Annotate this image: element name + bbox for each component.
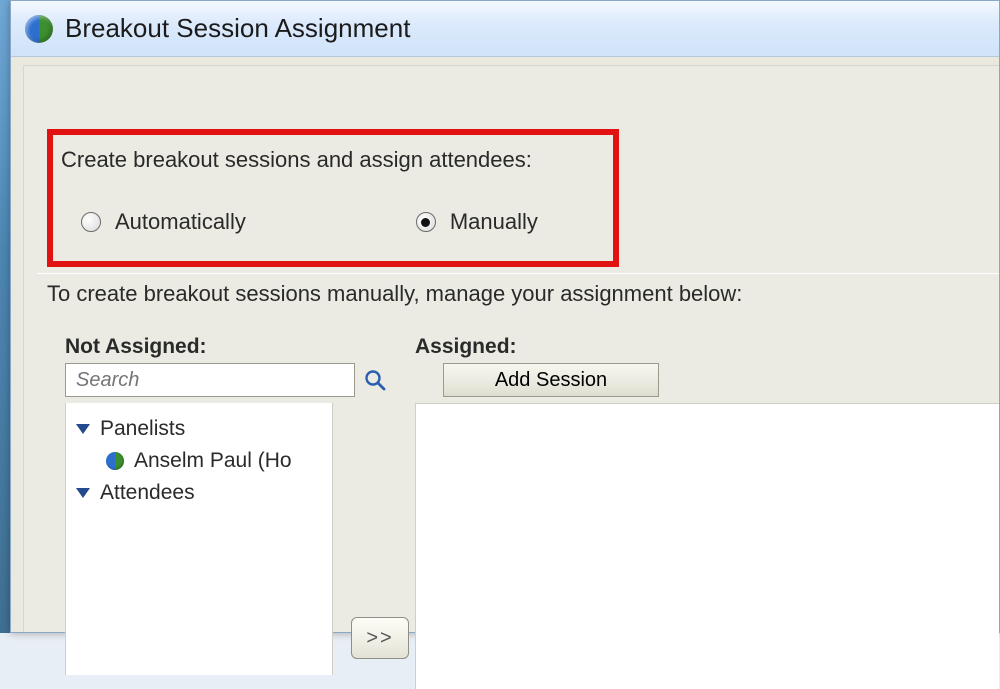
tree-item-panelist[interactable]: Anselm Paul (Ho (72, 445, 326, 477)
assigned-panel[interactable] (415, 403, 999, 689)
window-title: Breakout Session Assignment (65, 13, 410, 44)
search-icon (363, 368, 387, 392)
mode-radio-group: Automatically Manually (81, 209, 538, 235)
mode-caption: Create breakout sessions and assign atte… (61, 147, 532, 173)
dialog-body: Create breakout sessions and assign atte… (11, 57, 999, 632)
radio-icon-checked (416, 212, 436, 232)
tree-group-attendees[interactable]: Attendees (72, 477, 326, 509)
mode-radio-manual[interactable]: Manually (416, 209, 538, 235)
search-input[interactable] (65, 363, 355, 397)
assigned-label: Assigned: (415, 335, 517, 359)
chevron-down-icon (76, 488, 90, 498)
search-button[interactable] (363, 363, 387, 397)
dialog-window: Breakout Session Assignment Create break… (10, 0, 1000, 633)
not-assigned-label: Not Assigned: (65, 335, 207, 359)
tree-group-label: Panelists (100, 417, 185, 441)
chevron-down-icon (76, 424, 90, 434)
move-buttons: >> (351, 617, 409, 659)
attendee-tree: Panelists Anselm Paul (Ho Attendees (66, 403, 332, 519)
tree-item-label: Anselm Paul (Ho (134, 449, 292, 473)
tree-group-panelists[interactable]: Panelists (72, 413, 326, 445)
mode-radio-manual-label: Manually (450, 209, 538, 235)
add-session-button[interactable]: Add Session (443, 363, 659, 397)
app-icon (25, 15, 53, 43)
search-wrap (65, 363, 333, 397)
background-sliver (0, 0, 10, 633)
not-assigned-panel[interactable]: Panelists Anselm Paul (Ho Attendees (65, 403, 333, 675)
divider (37, 273, 999, 274)
tree-group-label: Attendees (100, 481, 195, 505)
presence-icon (106, 452, 124, 470)
radio-icon (81, 212, 101, 232)
mode-radio-automatic[interactable]: Automatically (81, 209, 246, 235)
titlebar[interactable]: Breakout Session Assignment (11, 1, 999, 57)
mode-radio-automatic-label: Automatically (115, 209, 246, 235)
instruction-text: To create breakout sessions manually, ma… (47, 281, 742, 307)
move-right-button[interactable]: >> (351, 617, 409, 659)
